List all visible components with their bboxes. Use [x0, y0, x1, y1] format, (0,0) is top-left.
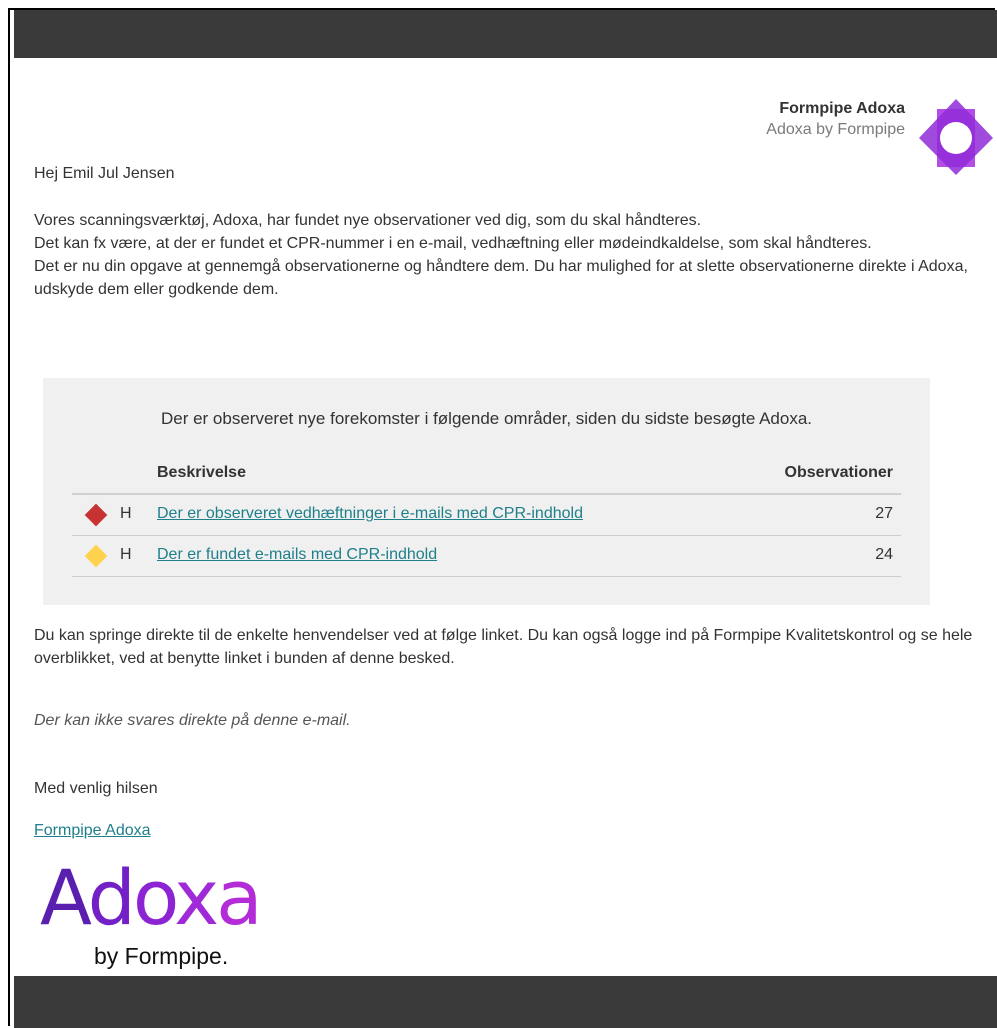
observations-table: Beskrivelse Observationer H Der er obser… [72, 454, 901, 577]
intro-line: Det kan fx være, at der er fundet et CPR… [34, 235, 872, 252]
adoxa-logo-tagline: by Formpipe. [94, 943, 229, 969]
brand-block: Formpipe Adoxa Adoxa by Formpipe [766, 98, 905, 140]
cpr-attachments-link[interactable]: Der er observeret vedhæftninger i e-mail… [157, 505, 583, 523]
adoxa-logo-a2: a [216, 853, 263, 942]
table-row: H Der er fundet e-mails med CPR-indhold … [72, 536, 901, 577]
table-header: Beskrivelse Observationer [72, 454, 901, 495]
follow-link-text: Du kan springe direkte til de enkelte he… [34, 627, 973, 667]
closing-text: Med venlig hilsen [34, 780, 158, 797]
yellow-diamond-icon [84, 544, 108, 568]
email-footer-bar [14, 976, 997, 1028]
priority-label: H [120, 546, 132, 563]
cpr-emails-link[interactable]: Der er fundet e-mails med CPR-indhold [157, 546, 437, 564]
adoxa-logo-a: A [40, 853, 91, 942]
no-reply-note: Der kan ikke svares direkte på denne e-m… [34, 712, 351, 729]
notice-heading: Der er observeret nye forekomster i følg… [160, 409, 813, 428]
intro-line: Det er nu din opgave at gennemgå observa… [34, 258, 968, 298]
observation-count: 27 [875, 505, 893, 522]
adoxa-logo-d: d [87, 853, 136, 942]
brand-subtitle: Adoxa by Formpipe [766, 121, 905, 138]
table-row: H Der er observeret vedhæftninger i e-ma… [72, 495, 901, 536]
intro-text: Vores scanningsværktøj, Adoxa, har funde… [34, 209, 974, 301]
observation-count: 24 [875, 546, 893, 563]
description-column-header: Beskrivelse [157, 464, 246, 481]
brand-name: Formpipe Adoxa [779, 100, 905, 117]
email-header-bar [14, 10, 997, 58]
intro-line: Vores scanningsværktøj, Adoxa, har funde… [34, 212, 702, 229]
observations-notice: Der er observeret nye forekomster i følg… [43, 378, 930, 605]
adoxa-logo-x: x [174, 853, 219, 942]
formpipe-adoxa-link[interactable]: Formpipe Adoxa [34, 822, 151, 840]
observations-column-header: Observationer [784, 464, 893, 481]
greeting: Hej Emil Jul Jensen [34, 165, 175, 182]
red-diamond-icon [84, 503, 108, 527]
priority-label: H [120, 505, 132, 522]
adoxa-logo-o: o [132, 853, 177, 942]
adoxa-logo-word: Adoxa [40, 858, 263, 938]
